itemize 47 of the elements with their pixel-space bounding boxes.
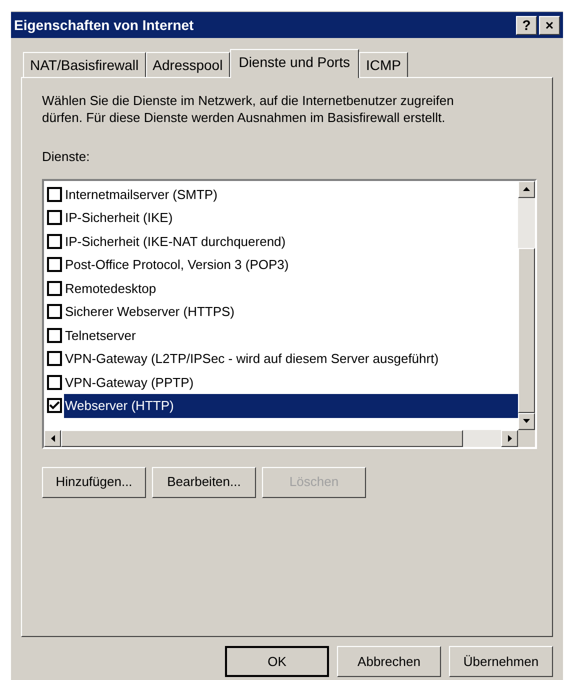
tab[interactable]: Adresspool — [146, 52, 230, 77]
vertical-scrollbar[interactable] — [518, 180, 535, 430]
service-item[interactable]: IP-Sicherheit (IKE) — [64, 208, 174, 228]
service-item[interactable]: VPN-Gateway (L2TP/IPSec - wird auf diesem Server ausgeführt) — [64, 349, 440, 368]
scroll-thumb[interactable] — [518, 248, 535, 412]
action-button[interactable]: Hinzufügen... — [42, 466, 146, 498]
checkbox[interactable] — [47, 351, 62, 366]
checkbox[interactable] — [47, 398, 62, 414]
description-text: Wählen Sie die Dienste im Netzwerk, auf die Internetbenutzer zugreifen dürfen. Für diese Dienste werden Ausnahmen im Basisfirewall erstellt. — [42, 92, 455, 126]
checkbox[interactable] — [47, 280, 62, 296]
up-arrow-icon — [523, 187, 530, 191]
down-arrow-icon — [523, 419, 530, 423]
scroll-up-button[interactable] — [518, 180, 535, 198]
checkbox[interactable] — [47, 374, 62, 390]
checkbox[interactable] — [47, 186, 62, 202]
service-item[interactable]: Post-Office Protocol, Version 3 (POP3) — [64, 255, 290, 274]
checkbox[interactable] — [47, 234, 62, 249]
checkbox[interactable] — [47, 328, 62, 343]
scroll-down-button[interactable] — [518, 412, 535, 430]
right-arrow-icon — [508, 434, 512, 442]
left-arrow-icon — [50, 434, 54, 442]
service-item[interactable]: VPN-Gateway (PPTP) — [64, 372, 195, 392]
checkbox[interactable] — [47, 210, 62, 226]
service-item[interactable]: Sicherer Webserver (HTTPS) — [64, 302, 236, 322]
scroll-thumb[interactable] — [61, 430, 463, 446]
horizontal-scrollbar[interactable] — [44, 430, 518, 446]
action-button[interactable]: Bearbeiten... — [152, 466, 256, 498]
dialog-button[interactable]: Abbrechen — [337, 646, 441, 677]
help-button[interactable]: ? — [516, 16, 537, 34]
tab[interactable]: NAT/Basisfirewall — [23, 52, 146, 77]
services-label: Dienste: — [42, 148, 91, 166]
service-item[interactable]: Internetmailserver (SMTP) — [64, 184, 218, 204]
service-item[interactable]: Remotedesktop — [64, 278, 158, 298]
scroll-left-button[interactable] — [44, 430, 61, 446]
dialog-button[interactable]: Übernehmen — [449, 646, 553, 677]
scrollbar-corner — [518, 430, 535, 446]
dialog-button[interactable]: OK — [225, 646, 329, 677]
close-button[interactable]: × — [539, 16, 560, 34]
service-item[interactable]: Webserver (HTTP) — [64, 394, 518, 418]
window-title: Eigenschaften von Internet — [14, 16, 194, 35]
service-item[interactable]: Telnetserver — [64, 326, 137, 345]
service-item[interactable]: IP-Sicherheit (IKE-NAT durchquerend) — [64, 232, 287, 251]
tab[interactable]: ICMP — [359, 52, 408, 77]
checkbox[interactable] — [47, 304, 62, 320]
tab[interactable]: Dienste und Ports — [230, 49, 359, 78]
scroll-right-button[interactable] — [501, 430, 518, 446]
checkbox[interactable] — [47, 257, 62, 272]
